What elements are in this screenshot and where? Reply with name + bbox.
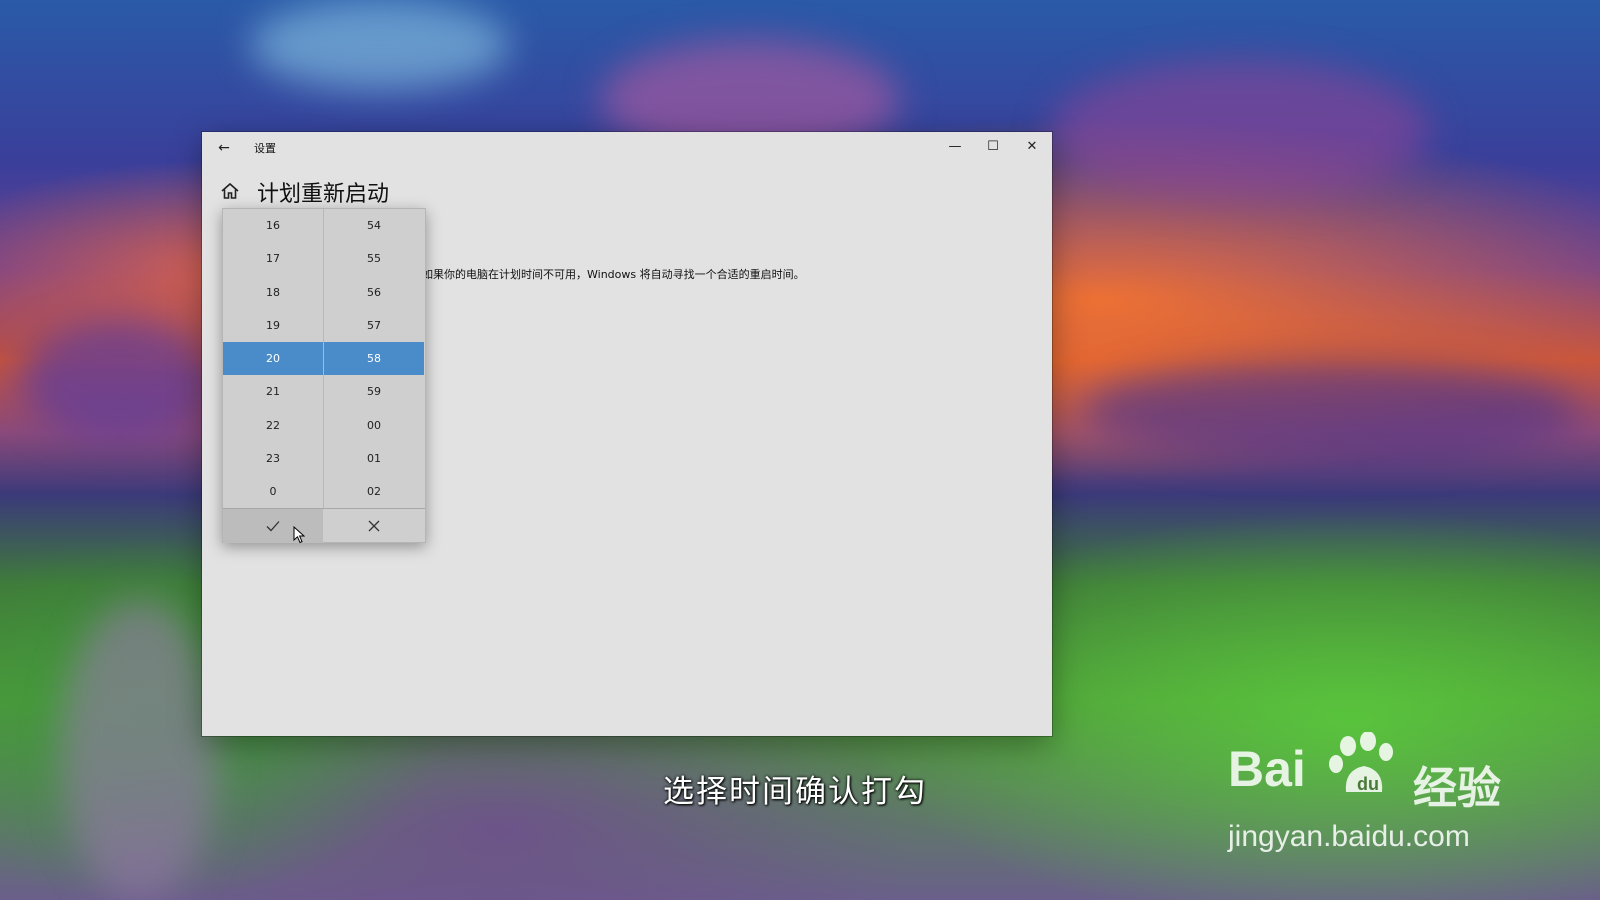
baidu-jingyan-watermark: Bai du 经验 jingyan.baidu.com [1228, 732, 1528, 860]
minute-option[interactable]: 59 [324, 375, 424, 408]
watermark-cn: 经验 [1413, 763, 1501, 814]
hour-option[interactable]: 20 [223, 342, 323, 376]
settings-window: ← 设置 — ☐ ✕ 计划重新启动 如果你的电脑在计划时间不可用，Windows… [202, 132, 1052, 736]
maximize-button[interactable]: ☐ [974, 132, 1012, 162]
minimize-button[interactable]: — [936, 132, 974, 162]
confirm-button[interactable] [223, 509, 323, 543]
hour-option[interactable]: 18 [223, 276, 323, 309]
hour-option[interactable]: 21 [223, 375, 323, 408]
window-title: 设置 [254, 142, 276, 155]
video-subtitle: 选择时间确认打勾 [663, 774, 927, 810]
paw-logo-icon: du [1329, 732, 1393, 794]
watermark-url: jingyan.baidu.com [1228, 820, 1470, 853]
minute-option[interactable]: 54 [324, 209, 424, 242]
minute-option[interactable]: 02 [324, 475, 424, 508]
page-title: 计划重新启动 [257, 182, 390, 207]
close-button[interactable]: ✕ [1013, 132, 1051, 162]
minute-column[interactable]: 54 55 56 57 58 59 00 01 02 [324, 209, 424, 508]
mouse-cursor-icon [293, 526, 305, 544]
hour-option[interactable]: 0 [223, 475, 323, 508]
minute-option[interactable]: 56 [324, 276, 424, 309]
minute-option[interactable]: 57 [324, 309, 424, 342]
time-picker-flyout: 16 17 18 19 20 21 22 23 0 54 55 56 57 58 59 00 01 02 [222, 208, 426, 543]
home-icon[interactable] [220, 182, 240, 200]
cancel-button[interactable] [324, 509, 424, 543]
minute-option[interactable]: 01 [324, 442, 424, 475]
checkmark-icon [266, 520, 280, 531]
hour-option[interactable]: 22 [223, 409, 323, 442]
back-arrow-icon[interactable]: ← [210, 136, 238, 160]
watermark-brand: Bai [1228, 741, 1306, 797]
hour-option[interactable]: 19 [223, 309, 323, 342]
hour-option[interactable]: 16 [223, 209, 323, 242]
picker-actions [223, 508, 425, 543]
hour-option[interactable]: 17 [223, 242, 323, 275]
hour-option[interactable]: 23 [223, 442, 323, 475]
description-text: 如果你的电脑在计划时间不可用，Windows 将自动寻找一个合适的重启时间。 [422, 268, 805, 281]
minute-option[interactable]: 55 [324, 242, 424, 275]
minute-option[interactable]: 00 [324, 409, 424, 442]
title-bar: ← 设置 — ☐ ✕ [202, 132, 1052, 164]
hour-column[interactable]: 16 17 18 19 20 21 22 23 0 [223, 209, 323, 508]
cancel-x-icon [368, 520, 380, 531]
svg-text:du: du [1357, 774, 1379, 794]
minute-option[interactable]: 58 [324, 342, 424, 376]
